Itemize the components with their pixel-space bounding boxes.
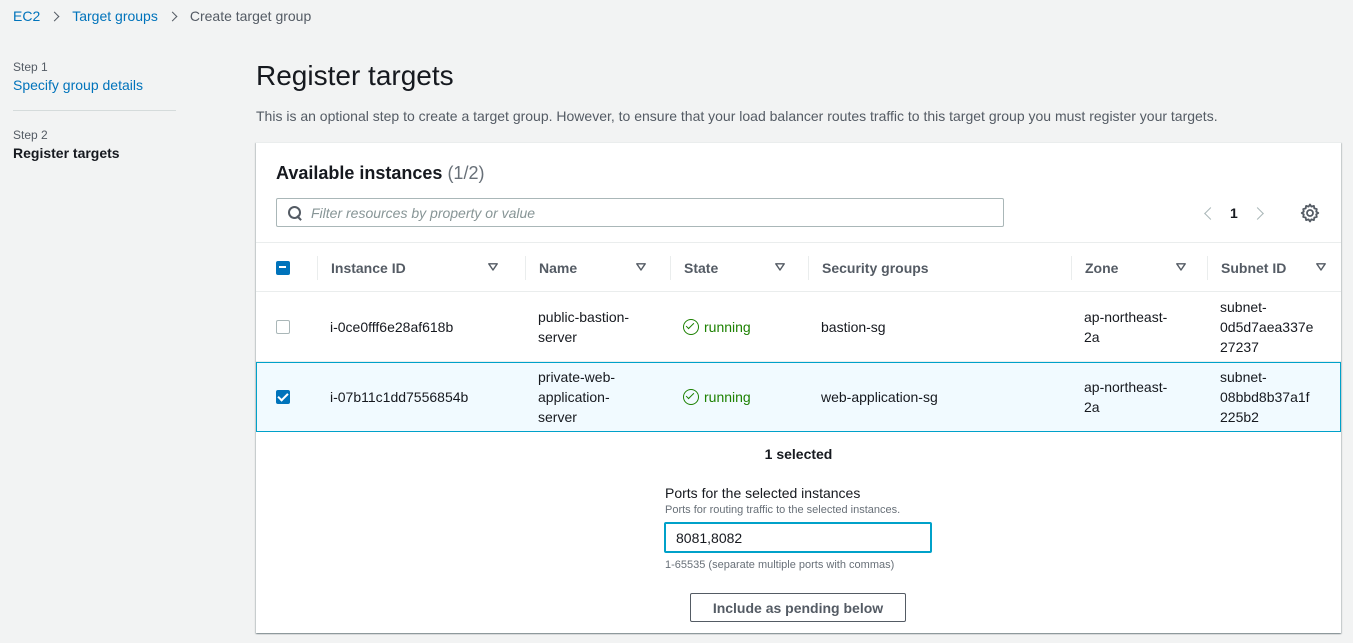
panel-title: Available instances (1/2) <box>276 163 484 184</box>
table-row[interactable]: i-0ce0fff6e28af618b public-bastion- serv… <box>256 292 1341 362</box>
instance-id-cell: i-07b11c1dd7556854b <box>330 389 469 405</box>
zone-cell: ap-northeast- 2a <box>1084 363 1194 431</box>
column-header-subnet-id[interactable]: Subnet ID <box>1207 243 1331 292</box>
name-line: public-bastion- <box>538 308 630 325</box>
table-header: Instance ID Name State Security groups Z… <box>256 242 1341 292</box>
step-1-label: Step 1 <box>13 60 48 74</box>
chevron-right-icon <box>1251 206 1265 220</box>
column-label: Name <box>539 259 578 276</box>
instance-id-cell: i-0ce0fff6e28af618b <box>330 318 454 335</box>
column-header-zone[interactable]: Zone <box>1071 243 1186 292</box>
select-all-checkbox[interactable] <box>276 260 290 275</box>
ports-label: Ports for the selected instances <box>665 485 861 501</box>
name-line: server <box>538 409 577 425</box>
current-page-number[interactable]: 1 <box>1230 205 1238 221</box>
subnet-line: 225b2 <box>1220 409 1259 425</box>
ports-description: Ports for routing traffic to the selecte… <box>665 504 901 516</box>
status-indicator: running <box>683 387 751 407</box>
filter-input[interactable] <box>311 204 961 221</box>
breadcrumb-ec2-link[interactable]: EC2 <box>13 8 40 24</box>
name-cell: public-bastion- server <box>538 292 648 361</box>
step-2-label: Step 2 <box>13 128 48 142</box>
state-cell: running <box>683 363 751 431</box>
breadcrumb: EC2 Target groups Create target group <box>13 6 311 26</box>
subnet-line: 27237 <box>1220 338 1259 355</box>
subnet-id-cell: subnet- 0d5d7aea337e 27237 <box>1220 292 1330 361</box>
column-header-instance-id[interactable]: Instance ID <box>317 243 501 292</box>
column-label: Security groups <box>822 259 929 276</box>
ports-hint: 1-65535 (separate multiple ports with co… <box>665 559 895 571</box>
subnet-id-cell: subnet- 08bbd8b37a1f 225b2 <box>1220 363 1330 431</box>
check-circle-icon <box>683 318 699 335</box>
select-all-cell <box>276 243 290 292</box>
pagination: 1 <box>1196 201 1272 225</box>
ports-input[interactable] <box>664 522 932 553</box>
page-description: This is an optional step to create a tar… <box>256 108 1218 124</box>
chevron-left-icon <box>1203 206 1217 220</box>
subnet-line: 0d5d7aea337e <box>1220 318 1314 335</box>
zone-line: 2a <box>1084 328 1100 345</box>
zone-line: ap-northeast- <box>1084 308 1168 325</box>
step-2-current: Register targets <box>13 145 120 161</box>
security-groups-cell: bastion-sg <box>821 318 886 335</box>
chevron-right-icon <box>167 11 178 21</box>
instances-table: Instance ID Name State Security groups Z… <box>256 242 1341 432</box>
state-text: running <box>704 389 751 405</box>
zone-line: 2a <box>1084 399 1100 415</box>
settings-gear-icon[interactable] <box>1300 203 1320 223</box>
column-label: Zone <box>1085 259 1119 276</box>
available-instances-panel: Available instances (1/2) 1 Instance ID … <box>256 142 1341 633</box>
selected-count: 1 selected <box>764 446 833 462</box>
column-label: Subnet ID <box>1221 259 1287 276</box>
subnet-line: subnet- <box>1220 298 1267 315</box>
column-header-security-groups[interactable]: Security groups <box>808 243 1062 292</box>
panel-title-text: Available instances <box>276 163 443 183</box>
name-line: server <box>538 328 577 345</box>
step-divider <box>13 110 176 111</box>
name-cell: private-web- application- server <box>538 363 648 431</box>
next-page-button[interactable] <box>1248 201 1272 225</box>
step-1-link[interactable]: Specify group details <box>13 77 176 93</box>
check-circle-icon <box>683 389 699 405</box>
security-groups-cell: web-application-sg <box>821 389 938 405</box>
chevron-right-icon <box>49 11 60 21</box>
column-header-state[interactable]: State <box>670 243 785 292</box>
subnet-line: subnet- <box>1220 369 1267 385</box>
column-label: Instance ID <box>331 259 406 276</box>
zone-cell: ap-northeast- 2a <box>1084 292 1194 361</box>
table-row-selected[interactable]: i-07b11c1dd7556854b private-web- applica… <box>256 362 1341 432</box>
state-text: running <box>704 318 751 335</box>
row-checkbox-checked[interactable] <box>276 390 290 404</box>
breadcrumb-current: Create target group <box>189 8 312 24</box>
selection-count: (1/2) <box>447 163 485 183</box>
include-as-pending-button[interactable]: Include as pending below <box>690 593 906 622</box>
search-icon <box>288 205 302 220</box>
row-select-cell <box>276 363 290 431</box>
column-header-name[interactable]: Name <box>525 243 654 292</box>
name-line: private-web- <box>538 369 616 385</box>
state-cell: running <box>683 292 751 361</box>
row-select-cell <box>276 292 290 361</box>
name-line: application- <box>538 389 610 405</box>
previous-page-button[interactable] <box>1196 201 1220 225</box>
status-indicator: running <box>683 317 751 337</box>
subnet-line: 08bbd8b37a1f <box>1220 389 1310 405</box>
page-title: Register targets <box>256 60 454 91</box>
zone-line: ap-northeast- <box>1084 379 1168 395</box>
breadcrumb-target-groups-link[interactable]: Target groups <box>72 8 158 24</box>
column-label: State <box>684 259 719 276</box>
wizard-steps: Step 1 Specify group details Step 2 Regi… <box>13 60 176 161</box>
filter-box <box>276 198 1004 227</box>
row-checkbox[interactable] <box>276 319 290 334</box>
